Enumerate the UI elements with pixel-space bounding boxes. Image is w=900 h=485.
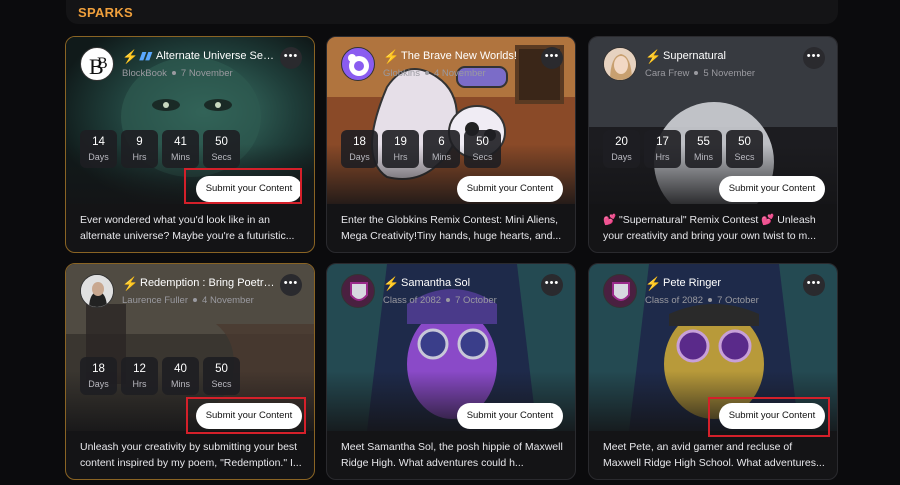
countdown-secs-label: Secs [734, 152, 755, 162]
spark-card[interactable]: ⚡ Pete Ringer Class of 2082 7 October •••… [588, 263, 838, 480]
card-author[interactable]: Laurence Fuller [122, 295, 188, 306]
countdown-hrs: 17 [656, 136, 669, 148]
countdown-days-label: Days [349, 152, 370, 162]
card-description: Meet Samantha Sol, the posh hippie of Ma… [341, 441, 563, 469]
countdown-timer: 14 Days 9 Hrs 41 Mins 50 Secs [80, 130, 240, 168]
card-description: 💕 "Supernatural" Remix Contest 💕 Unleash… [603, 214, 816, 242]
creator-avatar[interactable] [80, 274, 114, 308]
section-header-bar [66, 0, 838, 24]
card-date: 4 November [202, 295, 254, 306]
lightning-icon: ⚡ [122, 49, 139, 64]
spark-card[interactable]: ⚡ Samantha Sol Class of 2082 7 October ••… [326, 263, 576, 480]
countdown-hrs-label: Hrs [132, 152, 147, 162]
countdown-hrs-label: Hrs [393, 152, 408, 162]
card-title[interactable]: Pete Ringer [663, 277, 813, 289]
card-meta: BlockBook 7 November [122, 68, 233, 79]
countdown-timer: 18 Days 19 Hrs 6 Mins 50 Secs [341, 130, 501, 168]
countdown-mins: 40 [174, 363, 187, 375]
countdown-mins-label: Mins [170, 152, 190, 162]
card-date: 7 October [455, 295, 497, 306]
more-options-button[interactable]: ••• [803, 274, 825, 296]
countdown-days-label: Days [88, 379, 109, 389]
countdown-hrs-label: Hrs [655, 152, 670, 162]
card-title[interactable]: Supernatural [663, 50, 813, 62]
countdown-mins: 55 [697, 136, 710, 148]
card-meta: Globkins 4 November [383, 68, 486, 79]
countdown-secs-label: Secs [211, 379, 232, 389]
more-options-button[interactable]: ••• [280, 274, 302, 296]
submit-content-button[interactable]: Submit your Content [457, 403, 563, 429]
card-author[interactable]: BlockBook [122, 68, 167, 79]
countdown-secs: 50 [215, 136, 228, 148]
section-title: SPARKS [78, 5, 134, 20]
creator-avatar[interactable] [603, 47, 637, 81]
countdown-secs-label: Secs [472, 152, 493, 162]
card-date: 5 November [703, 68, 756, 79]
countdown-mins-label: Mins [431, 152, 451, 162]
spark-card[interactable]: ⚡ Supernatural Cara Frew 5 November ••• 2… [588, 36, 838, 253]
creator-avatar[interactable]: BB [80, 47, 114, 81]
countdown-timer: 20 Days 17 Hrs 55 Mins 50 Secs [603, 130, 763, 168]
card-title[interactable]: Samantha Sol [401, 277, 551, 289]
svg-text:B: B [97, 55, 108, 72]
card-author[interactable]: Class of 2082 [645, 295, 703, 306]
creator-avatar[interactable] [341, 274, 375, 308]
highlight-box [708, 397, 830, 437]
highlight-box [186, 397, 306, 434]
countdown-secs: 50 [215, 363, 228, 375]
lightning-icon: ⚡ [383, 49, 400, 64]
more-options-button[interactable]: ••• [541, 274, 563, 296]
card-title[interactable]: The Brave New Worlds! [401, 50, 551, 62]
countdown-days-label: Days [88, 152, 109, 162]
countdown-days: 18 [92, 363, 105, 375]
card-title[interactable]: Alternate Universe Self-P... [156, 50, 276, 62]
more-options-button[interactable]: ••• [803, 47, 825, 69]
submit-content-button[interactable]: Submit your Content [457, 176, 563, 202]
spark-card[interactable]: ⚡ Redemption : Bring Poetry t... Laurenc… [65, 263, 315, 480]
card-description: Unleash your creativity by submitting yo… [80, 441, 302, 469]
card-meta: Class of 2082 7 October [645, 295, 759, 306]
countdown-mins-label: Mins [170, 379, 190, 389]
card-date: 7 November [180, 68, 233, 79]
highlight-box [184, 168, 302, 204]
card-author[interactable]: Globkins [383, 68, 420, 79]
countdown-days: 14 [92, 136, 105, 148]
countdown-hrs: 19 [394, 136, 407, 148]
countdown-hrs-label: Hrs [132, 379, 147, 389]
creator-avatar[interactable] [341, 47, 375, 81]
card-description: Enter the Globkins Remix Contest: Mini A… [341, 214, 562, 242]
lightning-icon: ⚡ [383, 276, 400, 291]
lightning-icon: ⚡ [645, 276, 662, 291]
countdown-mins: 6 [438, 136, 445, 148]
card-date: 7 October [717, 295, 759, 306]
lightning-icon: ⚡ [122, 276, 139, 291]
card-meta: Cara Frew 5 November [645, 68, 755, 79]
countdown-secs-label: Secs [211, 152, 232, 162]
spark-card[interactable]: ⚡ The Brave New Worlds! Globkins 4 Novemb… [326, 36, 576, 253]
card-description: Meet Pete, an avid gamer and recluse of … [603, 441, 825, 469]
card-author[interactable]: Cara Frew [645, 68, 689, 79]
more-options-button[interactable]: ••• [541, 47, 563, 69]
card-description: Ever wondered what you'd look like in an… [80, 214, 295, 242]
countdown-mins-label: Mins [693, 152, 713, 162]
countdown-hrs: 12 [133, 363, 146, 375]
countdown-days: 18 [353, 136, 366, 148]
card-date: 4 November [433, 68, 486, 79]
countdown-secs: 50 [738, 136, 751, 148]
creator-avatar[interactable] [603, 274, 637, 308]
spark-card[interactable]: BB ⚡ ▮▮ Alternate Universe Self-P... Blo… [65, 36, 315, 253]
countdown-timer: 18 Days 12 Hrs 40 Mins 50 Secs [80, 357, 240, 395]
submit-content-button[interactable]: Submit your Content [719, 176, 825, 202]
countdown-mins: 41 [174, 136, 187, 148]
countdown-days: 20 [615, 136, 628, 148]
card-title[interactable]: Redemption : Bring Poetry t... [140, 277, 275, 289]
lightning-icon: ⚡ [645, 49, 662, 64]
more-options-button[interactable]: ••• [280, 47, 302, 69]
card-meta: Laurence Fuller 4 November [122, 295, 254, 306]
countdown-days-label: Days [611, 152, 632, 162]
card-meta: Class of 2082 7 October [383, 295, 497, 306]
card-author[interactable]: Class of 2082 [383, 295, 441, 306]
countdown-secs: 50 [476, 136, 489, 148]
countdown-hrs: 9 [136, 136, 143, 148]
